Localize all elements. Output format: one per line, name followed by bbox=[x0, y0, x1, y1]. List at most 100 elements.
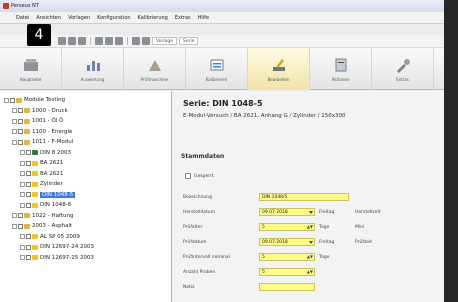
field-input[interactable]: 09.07.2018 bbox=[259, 208, 315, 216]
field-input[interactable]: 5 ▲▼ bbox=[259, 253, 315, 261]
menu-hilfe[interactable]: Hilfe bbox=[198, 15, 209, 21]
tree-node[interactable]: BA 2621 bbox=[0, 158, 171, 169]
search-icon[interactable] bbox=[142, 37, 150, 45]
expand-icon[interactable] bbox=[12, 223, 17, 229]
field-input[interactable]: 5 ▲▼ bbox=[259, 268, 315, 276]
tree-checkbox[interactable] bbox=[18, 139, 23, 145]
series-icon bbox=[32, 202, 38, 208]
field-input[interactable]: 09.07.2018 bbox=[259, 238, 315, 246]
locked-checkbox[interactable] bbox=[185, 173, 191, 179]
app-window: Perseus NT Datei Ansichten Vorlagen Konf… bbox=[0, 0, 444, 302]
copy-icon[interactable] bbox=[95, 37, 103, 45]
expand-icon[interactable] bbox=[12, 213, 17, 219]
tree-node[interactable]: DIN 12697-24 2003 bbox=[0, 242, 171, 253]
ribbon-button-hauptseite[interactable]: Hauptseite bbox=[0, 48, 62, 90]
expand-icon[interactable] bbox=[20, 181, 25, 187]
ribbon-button-extras[interactable]: Extras bbox=[372, 48, 434, 90]
delete-icon[interactable] bbox=[115, 37, 123, 45]
paste-icon[interactable] bbox=[105, 37, 113, 45]
tree-node[interactable]: 1100 - Energie bbox=[0, 127, 171, 138]
tree-node[interactable]: BA 2621 bbox=[0, 169, 171, 180]
menu-vorlagen[interactable]: Vorlagen bbox=[68, 15, 90, 21]
ribbon-button-kalibrieren[interactable]: Kalibrieren bbox=[186, 48, 248, 90]
locked-checkbox-row: Gesperrt bbox=[185, 173, 214, 179]
template-combo[interactable]: Vorlage bbox=[152, 37, 177, 45]
expand-icon[interactable] bbox=[20, 160, 25, 166]
tree-node[interactable]: 1000 - Druck bbox=[0, 106, 171, 117]
ribbon-label: Auswertung bbox=[80, 76, 105, 82]
tree-checkbox[interactable] bbox=[18, 213, 23, 219]
ribbon-button-bearbeiten[interactable]: Bearbeiten bbox=[248, 48, 310, 90]
tree-checkbox[interactable] bbox=[26, 160, 31, 166]
field-row: Bezeichnung DIN 1048/5 bbox=[183, 193, 349, 201]
save-icon[interactable] bbox=[78, 37, 86, 45]
expand-icon[interactable] bbox=[12, 139, 17, 145]
tree-checkbox[interactable] bbox=[10, 97, 15, 103]
expand-icon[interactable] bbox=[20, 150, 25, 156]
new-icon[interactable] bbox=[58, 37, 66, 45]
chevron-down-icon[interactable] bbox=[309, 211, 313, 214]
expand-icon[interactable] bbox=[4, 97, 9, 103]
tree-node[interactable]: DIN 1048-5 bbox=[0, 190, 171, 201]
tree-checkbox[interactable] bbox=[26, 192, 31, 198]
tree-node[interactable]: DIN 1048-6 bbox=[0, 200, 171, 211]
print-icon[interactable] bbox=[132, 37, 140, 45]
expand-icon[interactable] bbox=[12, 108, 17, 114]
menu-datei[interactable]: Datei bbox=[16, 15, 29, 21]
ribbon-button-aktionen[interactable]: Aktionen bbox=[310, 48, 372, 90]
tree-node[interactable]: 1011 - F-Modul bbox=[0, 137, 171, 148]
tree-checkbox[interactable] bbox=[26, 181, 31, 187]
menu-ansichten[interactable]: Ansichten bbox=[36, 15, 61, 21]
expand-icon[interactable] bbox=[20, 234, 25, 240]
expand-icon[interactable] bbox=[12, 118, 17, 124]
tree-node[interactable]: Module Testing bbox=[0, 95, 171, 106]
chevron-down-icon[interactable] bbox=[309, 241, 313, 244]
spinner-icon[interactable]: ▲▼ bbox=[307, 224, 313, 229]
tree-node-label: 1011 - F-Modul bbox=[32, 139, 74, 146]
tree-checkbox[interactable] bbox=[26, 202, 31, 208]
tree-node-label: DIN 12697-25 2003 bbox=[40, 254, 94, 261]
expand-icon[interactable] bbox=[12, 129, 17, 135]
spinner-icon[interactable]: ▲▼ bbox=[307, 254, 313, 259]
tree-node[interactable]: 1001 - Öl Ö bbox=[0, 116, 171, 127]
menu-extras[interactable]: Extras bbox=[175, 15, 191, 21]
tree-checkbox[interactable] bbox=[18, 129, 23, 135]
open-icon[interactable] bbox=[68, 37, 76, 45]
tree-checkbox[interactable] bbox=[18, 223, 23, 229]
ribbon-label: Hauptseite bbox=[19, 76, 42, 82]
ribbon-button-auswertung[interactable]: Auswertung bbox=[62, 48, 124, 90]
tree-node[interactable]: Zylinder bbox=[0, 179, 171, 190]
tree-node[interactable]: DIN 8 2003 bbox=[0, 148, 171, 159]
tree-node[interactable]: 1022 - Haftung bbox=[0, 211, 171, 222]
expand-icon[interactable] bbox=[20, 255, 25, 261]
folder-icon bbox=[24, 213, 30, 219]
tree-checkbox[interactable] bbox=[26, 150, 31, 156]
expand-icon[interactable] bbox=[20, 192, 25, 198]
field-row: Herstelldatum 09.07.2018 Freitag Herstellze… bbox=[183, 208, 385, 216]
series-combo[interactable]: Serie bbox=[178, 37, 199, 45]
field-input[interactable] bbox=[259, 283, 315, 291]
ribbon-button-pr-fmaschine[interactable]: Prüfmaschine bbox=[124, 48, 186, 90]
menu-kalibrierung[interactable]: Kalibrierung bbox=[138, 15, 168, 21]
field-value: 09.07.2018 bbox=[262, 239, 288, 245]
expand-icon[interactable] bbox=[20, 244, 25, 250]
tree-node[interactable]: DIN 12697-25 2003 bbox=[0, 253, 171, 264]
field-unit: Freitag bbox=[319, 239, 335, 245]
field-label: Bezeichnung bbox=[183, 194, 212, 200]
tree-checkbox[interactable] bbox=[26, 234, 31, 240]
menu-konfiguration[interactable]: Konfiguration bbox=[97, 15, 130, 21]
tree-checkbox[interactable] bbox=[26, 171, 31, 177]
field-input[interactable]: DIN 1048/5 bbox=[259, 193, 349, 201]
tree-checkbox[interactable] bbox=[18, 108, 23, 114]
expand-icon[interactable] bbox=[20, 171, 25, 177]
spinner-icon[interactable]: ▲▼ bbox=[307, 269, 313, 274]
tree-node[interactable]: AL SP 05 2009 bbox=[0, 232, 171, 243]
tree-node[interactable]: 2003 - Asphalt bbox=[0, 221, 171, 232]
field-input[interactable]: 5 ▲▼ bbox=[259, 223, 315, 231]
tree-checkbox[interactable] bbox=[26, 255, 31, 261]
expand-icon[interactable] bbox=[20, 202, 25, 208]
field-row: Prüfintervall nominal 5 ▲▼ Tage bbox=[183, 253, 329, 261]
tree-checkbox[interactable] bbox=[18, 118, 23, 124]
tree-checkbox[interactable] bbox=[26, 244, 31, 250]
series-title: Serie: DIN 1048-5 bbox=[183, 99, 263, 108]
